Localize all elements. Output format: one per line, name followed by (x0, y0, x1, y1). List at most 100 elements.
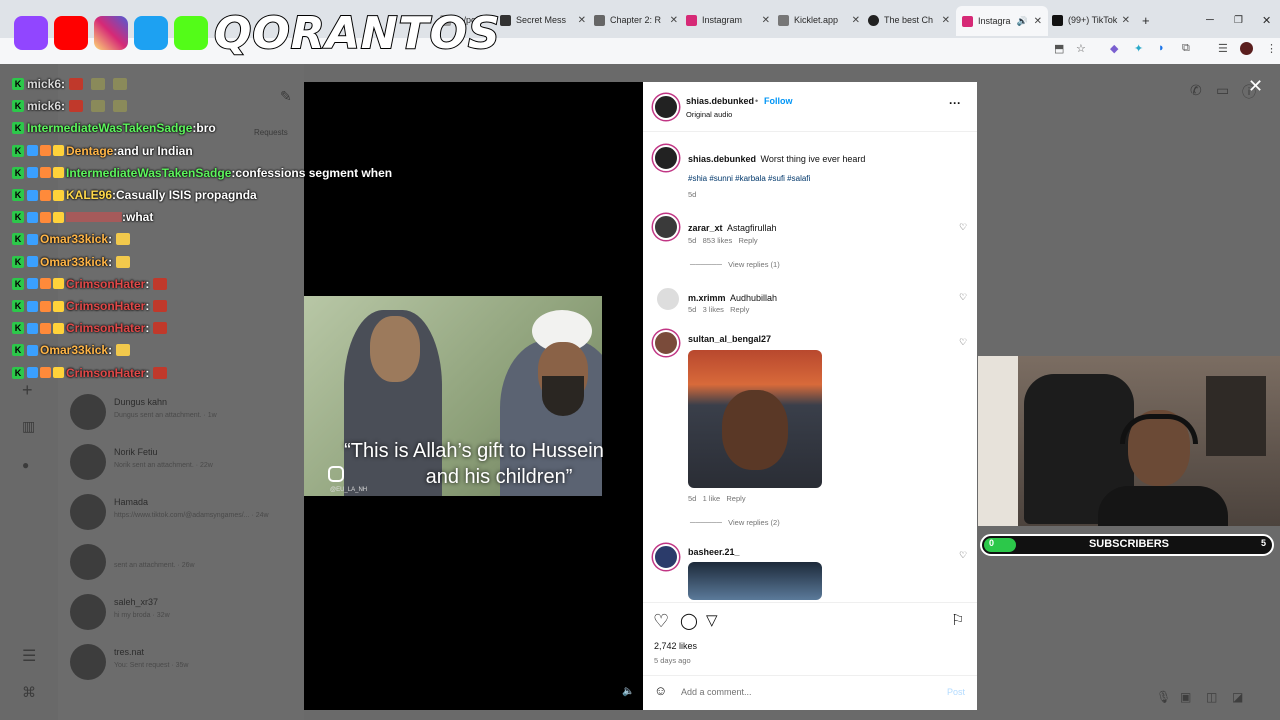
chat-emote-icon (113, 78, 128, 90)
author-avatar[interactable] (653, 145, 679, 171)
view-replies[interactable]: ────── View replies (1) (690, 260, 780, 269)
comment-meta: 5d 853 likes Reply (688, 236, 758, 245)
new-tab-button[interactable]: + (1142, 8, 1156, 32)
chat-username: Omar33kick (40, 232, 109, 247)
install-app-icon[interactable]: ⬒ (1054, 42, 1064, 55)
chat-message: K IntermediateWasTakenSadge : confessions… (12, 163, 392, 183)
extensions-puzzle-icon[interactable]: ⧉ (1182, 42, 1190, 55)
extension-icon[interactable]: ◗ (1158, 42, 1165, 54)
comment-username[interactable]: sultan_al_bengal27 (688, 334, 771, 344)
browser-tab[interactable]: Instagram ✕ (686, 8, 770, 32)
tiktok-icon (1052, 14, 1063, 26)
tab-search-icon[interactable]: ☰ (1218, 42, 1228, 55)
instagram-watermark-icon (328, 466, 344, 482)
reply-button[interactable]: Reply (738, 236, 757, 245)
sticker-icon[interactable]: ◫ (1206, 690, 1217, 704)
dashboard-icon[interactable]: ▥ (22, 418, 35, 435)
audio-link[interactable]: Original audio (686, 110, 732, 119)
conversation-item[interactable]: saleh_xr37 hi my broda · 32w (70, 594, 300, 638)
hashtags[interactable]: #shia #sunni #karbala #sufi #salafi (688, 174, 810, 183)
close-tab-icon[interactable]: ✕ (758, 15, 770, 26)
view-replies[interactable]: ────── View replies (2) (690, 518, 780, 527)
browser-menu-icon[interactable]: ⋮ (1266, 42, 1277, 55)
commenter-avatar[interactable] (653, 544, 679, 570)
more-options-icon[interactable]: ··· (949, 96, 961, 110)
close-tab-icon[interactable]: ✕ (666, 15, 678, 26)
browser-tab[interactable]: Kicklet.app ✕ (778, 8, 860, 32)
save-bookmark-icon[interactable]: ⚐ (951, 611, 964, 629)
browser-tab[interactable]: The best Ch ✕ (868, 8, 950, 32)
conversation-item[interactable]: Dungus kahn Dungus sent an attachment. · … (70, 394, 300, 438)
conversation-item[interactable]: sent an attachment. · 26w (70, 544, 300, 588)
share-icon[interactable]: ▽ (706, 611, 718, 629)
close-modal-icon[interactable]: ✕ (1248, 76, 1263, 97)
comment-image[interactable] (688, 350, 822, 488)
avatar (70, 394, 106, 430)
microphone-icon[interactable]: 🎙 (1156, 690, 1171, 704)
chat-username: CrimsonHater (66, 276, 146, 291)
more-menu-icon[interactable]: ☰ (22, 646, 36, 666)
chat-text: and ur Indian (117, 143, 193, 158)
threads-icon[interactable]: ● (22, 458, 29, 472)
like-icon[interactable]: ♡ (653, 611, 669, 632)
comment-input[interactable]: Add a comment... (681, 687, 752, 697)
likes-count[interactable]: 2,742 likes (654, 641, 697, 651)
chat-emote-icon (69, 100, 84, 113)
close-tab-icon[interactable]: ✕ (938, 15, 950, 26)
like-comment-icon[interactable]: ♡ (959, 337, 967, 348)
commenter-avatar[interactable] (655, 286, 681, 312)
chat-text: Casually ISIS propagnda (116, 188, 257, 202)
author-avatar[interactable] (653, 94, 679, 120)
browser-tab[interactable]: Chapter 2: R ✕ (594, 8, 678, 32)
like-comment-icon[interactable]: ♡ (959, 222, 967, 233)
profile-avatar[interactable] (1240, 42, 1253, 55)
like-comment-icon[interactable]: ♡ (959, 550, 967, 561)
bookmark-star-icon[interactable]: ☆ (1076, 42, 1086, 55)
restore-icon[interactable]: ❐ (1234, 8, 1246, 32)
image-icon[interactable]: ▣ (1180, 690, 1191, 704)
minimize-icon[interactable]: ─ (1206, 8, 1218, 32)
close-tab-icon[interactable]: ✕ (574, 15, 586, 26)
comment-username[interactable]: basheer.21_ (688, 547, 740, 557)
emoji-icon[interactable]: ☺ (654, 683, 667, 698)
browser-tab[interactable]: (99+) TikTok ✕ (1052, 8, 1130, 32)
close-tab-icon[interactable]: ✕ (1118, 15, 1130, 26)
conversation-item[interactable]: tres.nat You: Sent request · 35w (70, 644, 300, 688)
extension-icon[interactable]: ✦ (1134, 42, 1143, 55)
reply-button[interactable]: Reply (730, 305, 749, 314)
author-username[interactable]: shias.debunked (686, 96, 754, 106)
post-comment-button[interactable]: Post (947, 687, 965, 697)
requests-link[interactable]: Requests (254, 128, 288, 137)
phone-icon[interactable]: ✆ (1190, 82, 1202, 99)
extension-icon[interactable]: ◆ (1110, 42, 1118, 55)
create-icon[interactable]: + (22, 380, 33, 401)
compose-icon[interactable]: ✎ (280, 88, 292, 105)
mute-icon[interactable]: 🔈 (622, 686, 634, 697)
commenter-avatar[interactable] (653, 214, 679, 240)
speaker-icon[interactable]: 🔊 (1017, 16, 1028, 27)
like-comment-icon[interactable]: ♡ (959, 292, 967, 303)
browser-tab[interactable]: Secret Mess ✕ (500, 8, 586, 32)
comment: zarar_xt Astagfirullah (688, 223, 777, 233)
conversation-item[interactable]: Norik Fetiu Norik sent an attachment. · 2… (70, 444, 300, 488)
close-tab-icon[interactable]: ✕ (848, 15, 860, 26)
browser-tab-active[interactable]: Instagra 🔊 ✕ (956, 6, 1048, 36)
follow-button[interactable]: Follow (764, 96, 793, 106)
conversation-item[interactable]: Hamada https://www.tiktok.com/@adamsyngam… (70, 494, 300, 538)
gif-icon[interactable]: ◪ (1232, 690, 1243, 704)
video-call-icon[interactable]: ▭ (1216, 82, 1229, 99)
chat-badge-icon (40, 167, 51, 179)
chat-message: Kmick6 : (12, 74, 131, 94)
commenter-avatar[interactable] (653, 330, 679, 356)
chat-emote-icon (116, 233, 131, 246)
chat-badge-icon (27, 256, 38, 268)
chat-emote-icon (69, 78, 84, 90)
window-close-icon[interactable]: ✕ (1262, 8, 1274, 32)
comment-image[interactable] (688, 562, 822, 600)
chat-message: K Dentage : and ur Indian (12, 141, 193, 161)
reply-button[interactable]: Reply (726, 494, 745, 503)
comment-icon[interactable]: ◯ (680, 611, 698, 631)
also-from-meta-icon[interactable]: ⌘ (22, 684, 36, 701)
close-tab-icon[interactable]: ✕ (1030, 16, 1042, 27)
twitch-icon (14, 16, 48, 50)
